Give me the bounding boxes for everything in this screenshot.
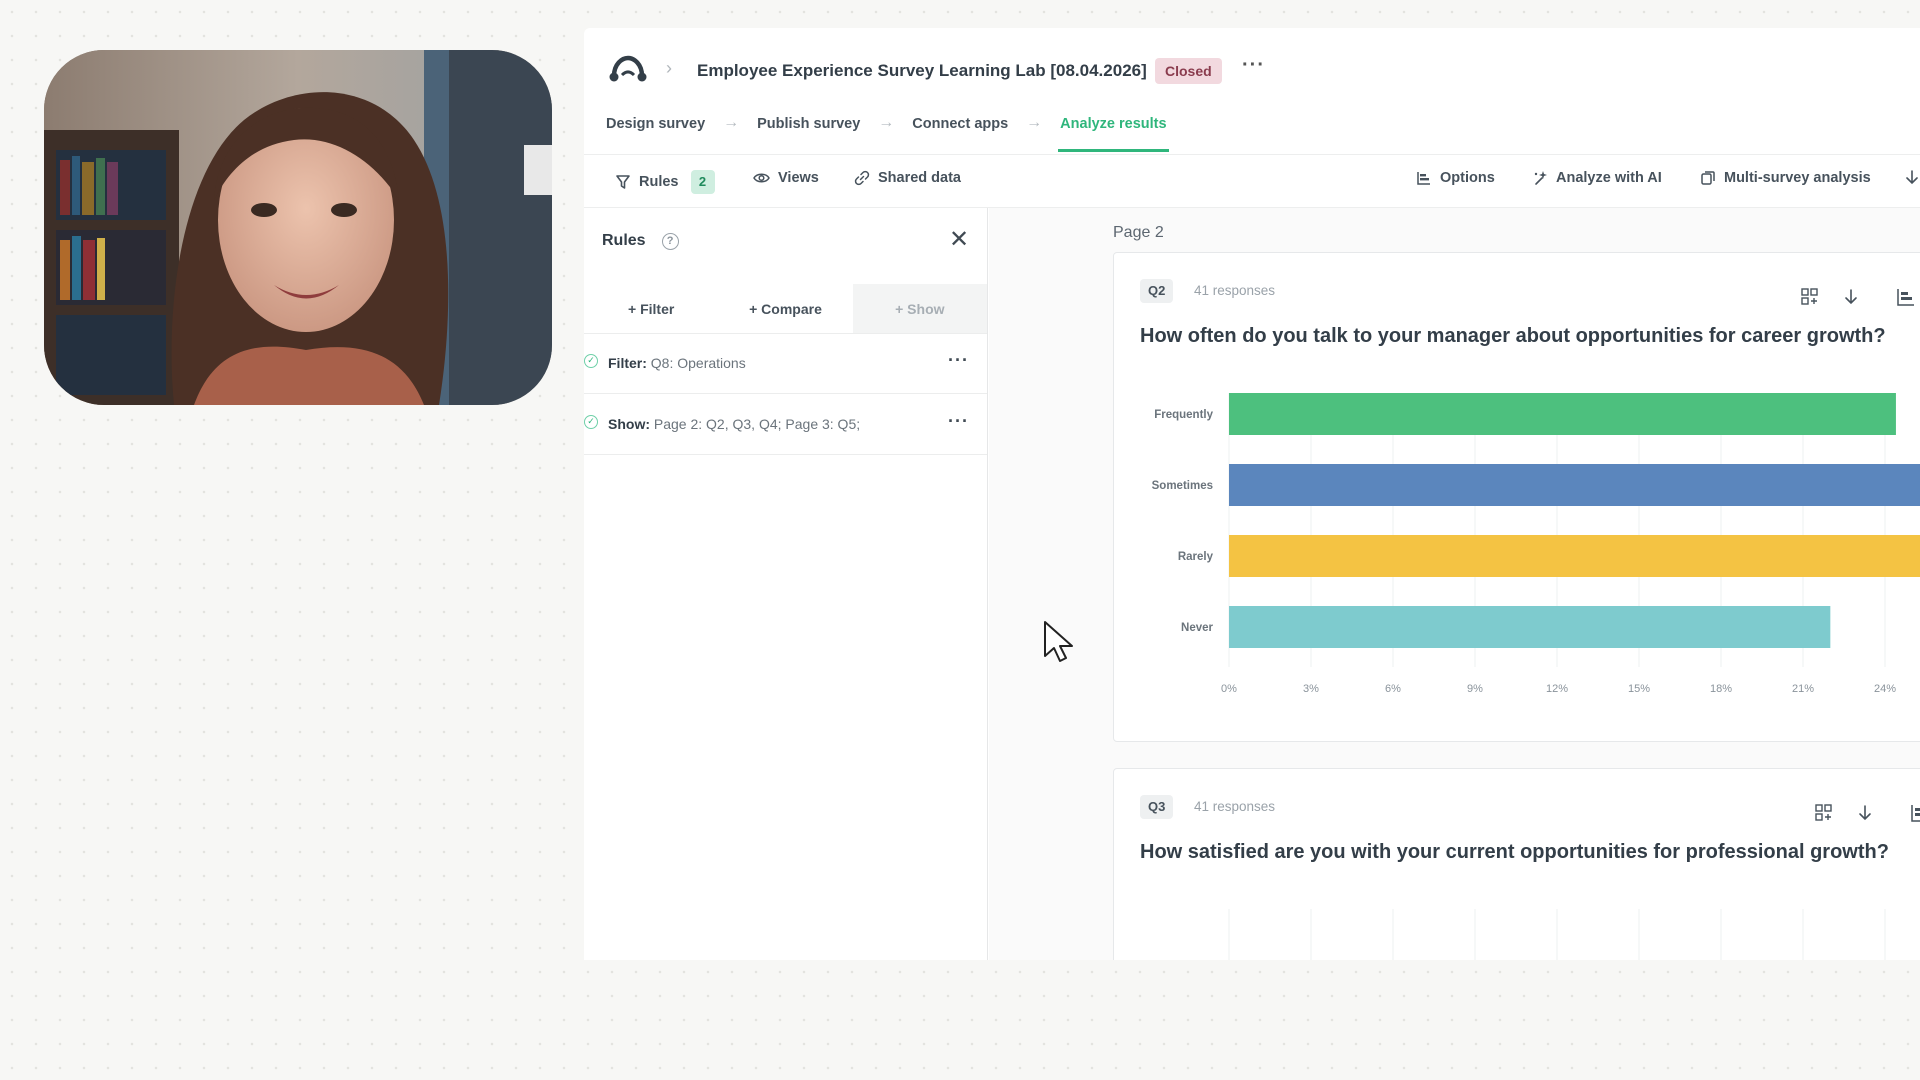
x-tick-label: 21% [1792, 683, 1814, 695]
question-tag: Q3 [1140, 795, 1174, 819]
question-tag: Q2 [1140, 279, 1174, 303]
category-label: Frequently [1154, 409, 1213, 421]
x-tick-label: 15% [1628, 683, 1650, 695]
download-icon [1906, 170, 1918, 185]
question-card-q3: Q3 41 responses How satisfied are you wi… [1113, 768, 1920, 960]
eye-icon [753, 173, 770, 183]
step-design-survey[interactable]: Design survey [604, 112, 707, 152]
analyze-with-ai-button[interactable]: Analyze with AI [1532, 170, 1662, 186]
close-icon[interactable]: ✕ [949, 228, 969, 252]
views-button[interactable]: Views [753, 170, 819, 186]
options-button[interactable]: Options [1416, 170, 1495, 186]
chart-type-icon[interactable] [1910, 803, 1920, 823]
category-label: Sometimes [1152, 480, 1213, 492]
arrow-right-icon: → [723, 114, 740, 131]
link-icon [854, 170, 870, 186]
bar-rarely[interactable] [1229, 535, 1920, 577]
rule-type-tabs: + Filter + Compare + Show [584, 284, 987, 334]
shared-data-button[interactable]: Shared data [854, 170, 961, 186]
rule-more-button[interactable]: ··· [948, 411, 969, 432]
rules-panel: Rules ? ✕ + Filter + Compare + Show ✓ Fi… [584, 208, 988, 960]
multi-survey-analysis-label: Multi-survey analysis [1724, 170, 1871, 186]
status-badge: Closed [1155, 58, 1222, 84]
x-tick-label: 18% [1710, 683, 1732, 695]
chevron-right-icon: › [666, 58, 672, 78]
results-toolbar: Rules 2 Views Shared data Options Analyz… [584, 154, 1920, 208]
results-area: Page 2 Q2 41 responses How often do you … [989, 208, 1920, 960]
rules-panel-title-text: Rules [602, 232, 646, 249]
x-tick-label: 9% [1467, 683, 1483, 695]
views-label: Views [778, 170, 819, 186]
app-header: › Employee Experience Survey Learning La… [584, 28, 1920, 154]
cursor-arrow-icon [1044, 621, 1073, 662]
workflow-steps: Design survey → Publish survey → Connect… [604, 112, 1169, 152]
x-tick-label: 24% [1874, 683, 1896, 695]
step-publish-survey[interactable]: Publish survey [755, 112, 862, 152]
x-tick-label: 0% [1221, 683, 1237, 695]
rule-kind: Show: [608, 416, 650, 432]
step-analyze-results[interactable]: Analyze results [1058, 112, 1169, 152]
add-compare-button[interactable]: + Compare [718, 284, 852, 333]
download-icon[interactable] [1844, 287, 1858, 307]
chart-type-icon[interactable] [1896, 287, 1916, 307]
more-options-button[interactable]: ··· [1242, 54, 1265, 77]
rule-text: Show: Page 2: Q2, Q3, Q4; Page 3: Q5; [608, 416, 860, 432]
x-tick-label: 6% [1385, 683, 1401, 695]
arrow-right-icon: → [878, 114, 895, 131]
rule-more-button[interactable]: ··· [948, 350, 969, 371]
surveymonkey-logo-icon[interactable] [608, 54, 648, 84]
bar-never[interactable] [1229, 606, 1831, 648]
question-card-q2: Q2 41 responses How often do you talk to… [1113, 252, 1920, 742]
rule-value: Q8: Operations [650, 355, 746, 371]
rules-label: Rules [639, 174, 679, 190]
add-filter-button[interactable]: + Filter [584, 284, 718, 333]
filter-icon [616, 175, 630, 189]
rules-count-badge: 2 [690, 170, 715, 194]
rules-button[interactable]: Rules 2 [615, 170, 715, 194]
screen: › Employee Experience Survey Learning La… [0, 0, 1920, 1080]
category-label: Never [1181, 622, 1213, 634]
arrow-right-icon: → [1026, 114, 1043, 131]
x-tick-label: 3% [1303, 683, 1319, 695]
bar-sometimes[interactable] [1229, 464, 1920, 506]
copy-icon [1701, 171, 1715, 185]
rules-panel-title: Rules ? [602, 232, 679, 250]
q2-bar-chart: 0% 3% 6% 9% 12% 15% 18% 21% 24% Frequently Sometim… [1152, 393, 1920, 695]
question-title: How satisfied are you with your current … [1140, 841, 1889, 863]
x-tick-label: 12% [1546, 683, 1568, 695]
sparkle-icon [1534, 171, 1547, 185]
analyze-with-ai-label: Analyze with AI [1556, 170, 1662, 186]
multi-survey-analysis-button[interactable]: Multi-survey analysis [1700, 170, 1871, 186]
rule-value: Page 2: Q2, Q3, Q4; Page 3: Q5; [653, 416, 861, 432]
shared-data-label: Shared data [878, 170, 961, 186]
download-icon[interactable] [1858, 803, 1872, 823]
webcam-video [44, 50, 552, 405]
rule-item-filter[interactable]: ✓ Filter: Q8: Operations ··· [584, 334, 987, 394]
help-icon[interactable]: ? [661, 232, 679, 250]
response-count: 41 responses [1194, 799, 1276, 814]
rule-item-show[interactable]: ✓ Show: Page 2: Q2, Q3, Q4; Page 3: Q5; … [584, 395, 987, 455]
grid-add-icon[interactable] [1814, 803, 1834, 823]
survey-title[interactable]: Employee Experience Survey Learning Lab … [697, 61, 1147, 81]
category-label: Rarely [1178, 551, 1214, 563]
question-title: How often do you talk to your manager ab… [1140, 325, 1886, 347]
bar-frequently[interactable] [1229, 393, 1896, 435]
response-count: 41 responses [1194, 283, 1276, 298]
grid-add-icon[interactable] [1800, 287, 1820, 307]
step-connect-apps[interactable]: Connect apps [910, 112, 1010, 152]
download-button[interactable] [1906, 170, 1920, 186]
add-show-button[interactable]: + Show [852, 284, 987, 333]
q3-chart-gridlines [1228, 909, 1886, 960]
check-circle-icon: ✓ [584, 415, 598, 429]
options-icon [1417, 172, 1430, 185]
rule-text: Filter: Q8: Operations [608, 355, 746, 371]
app-window: › Employee Experience Survey Learning La… [584, 28, 1920, 960]
options-label: Options [1440, 170, 1495, 186]
page-label: Page 2 [1113, 224, 1164, 241]
check-circle-icon: ✓ [584, 354, 598, 368]
rule-kind: Filter: [608, 355, 647, 371]
